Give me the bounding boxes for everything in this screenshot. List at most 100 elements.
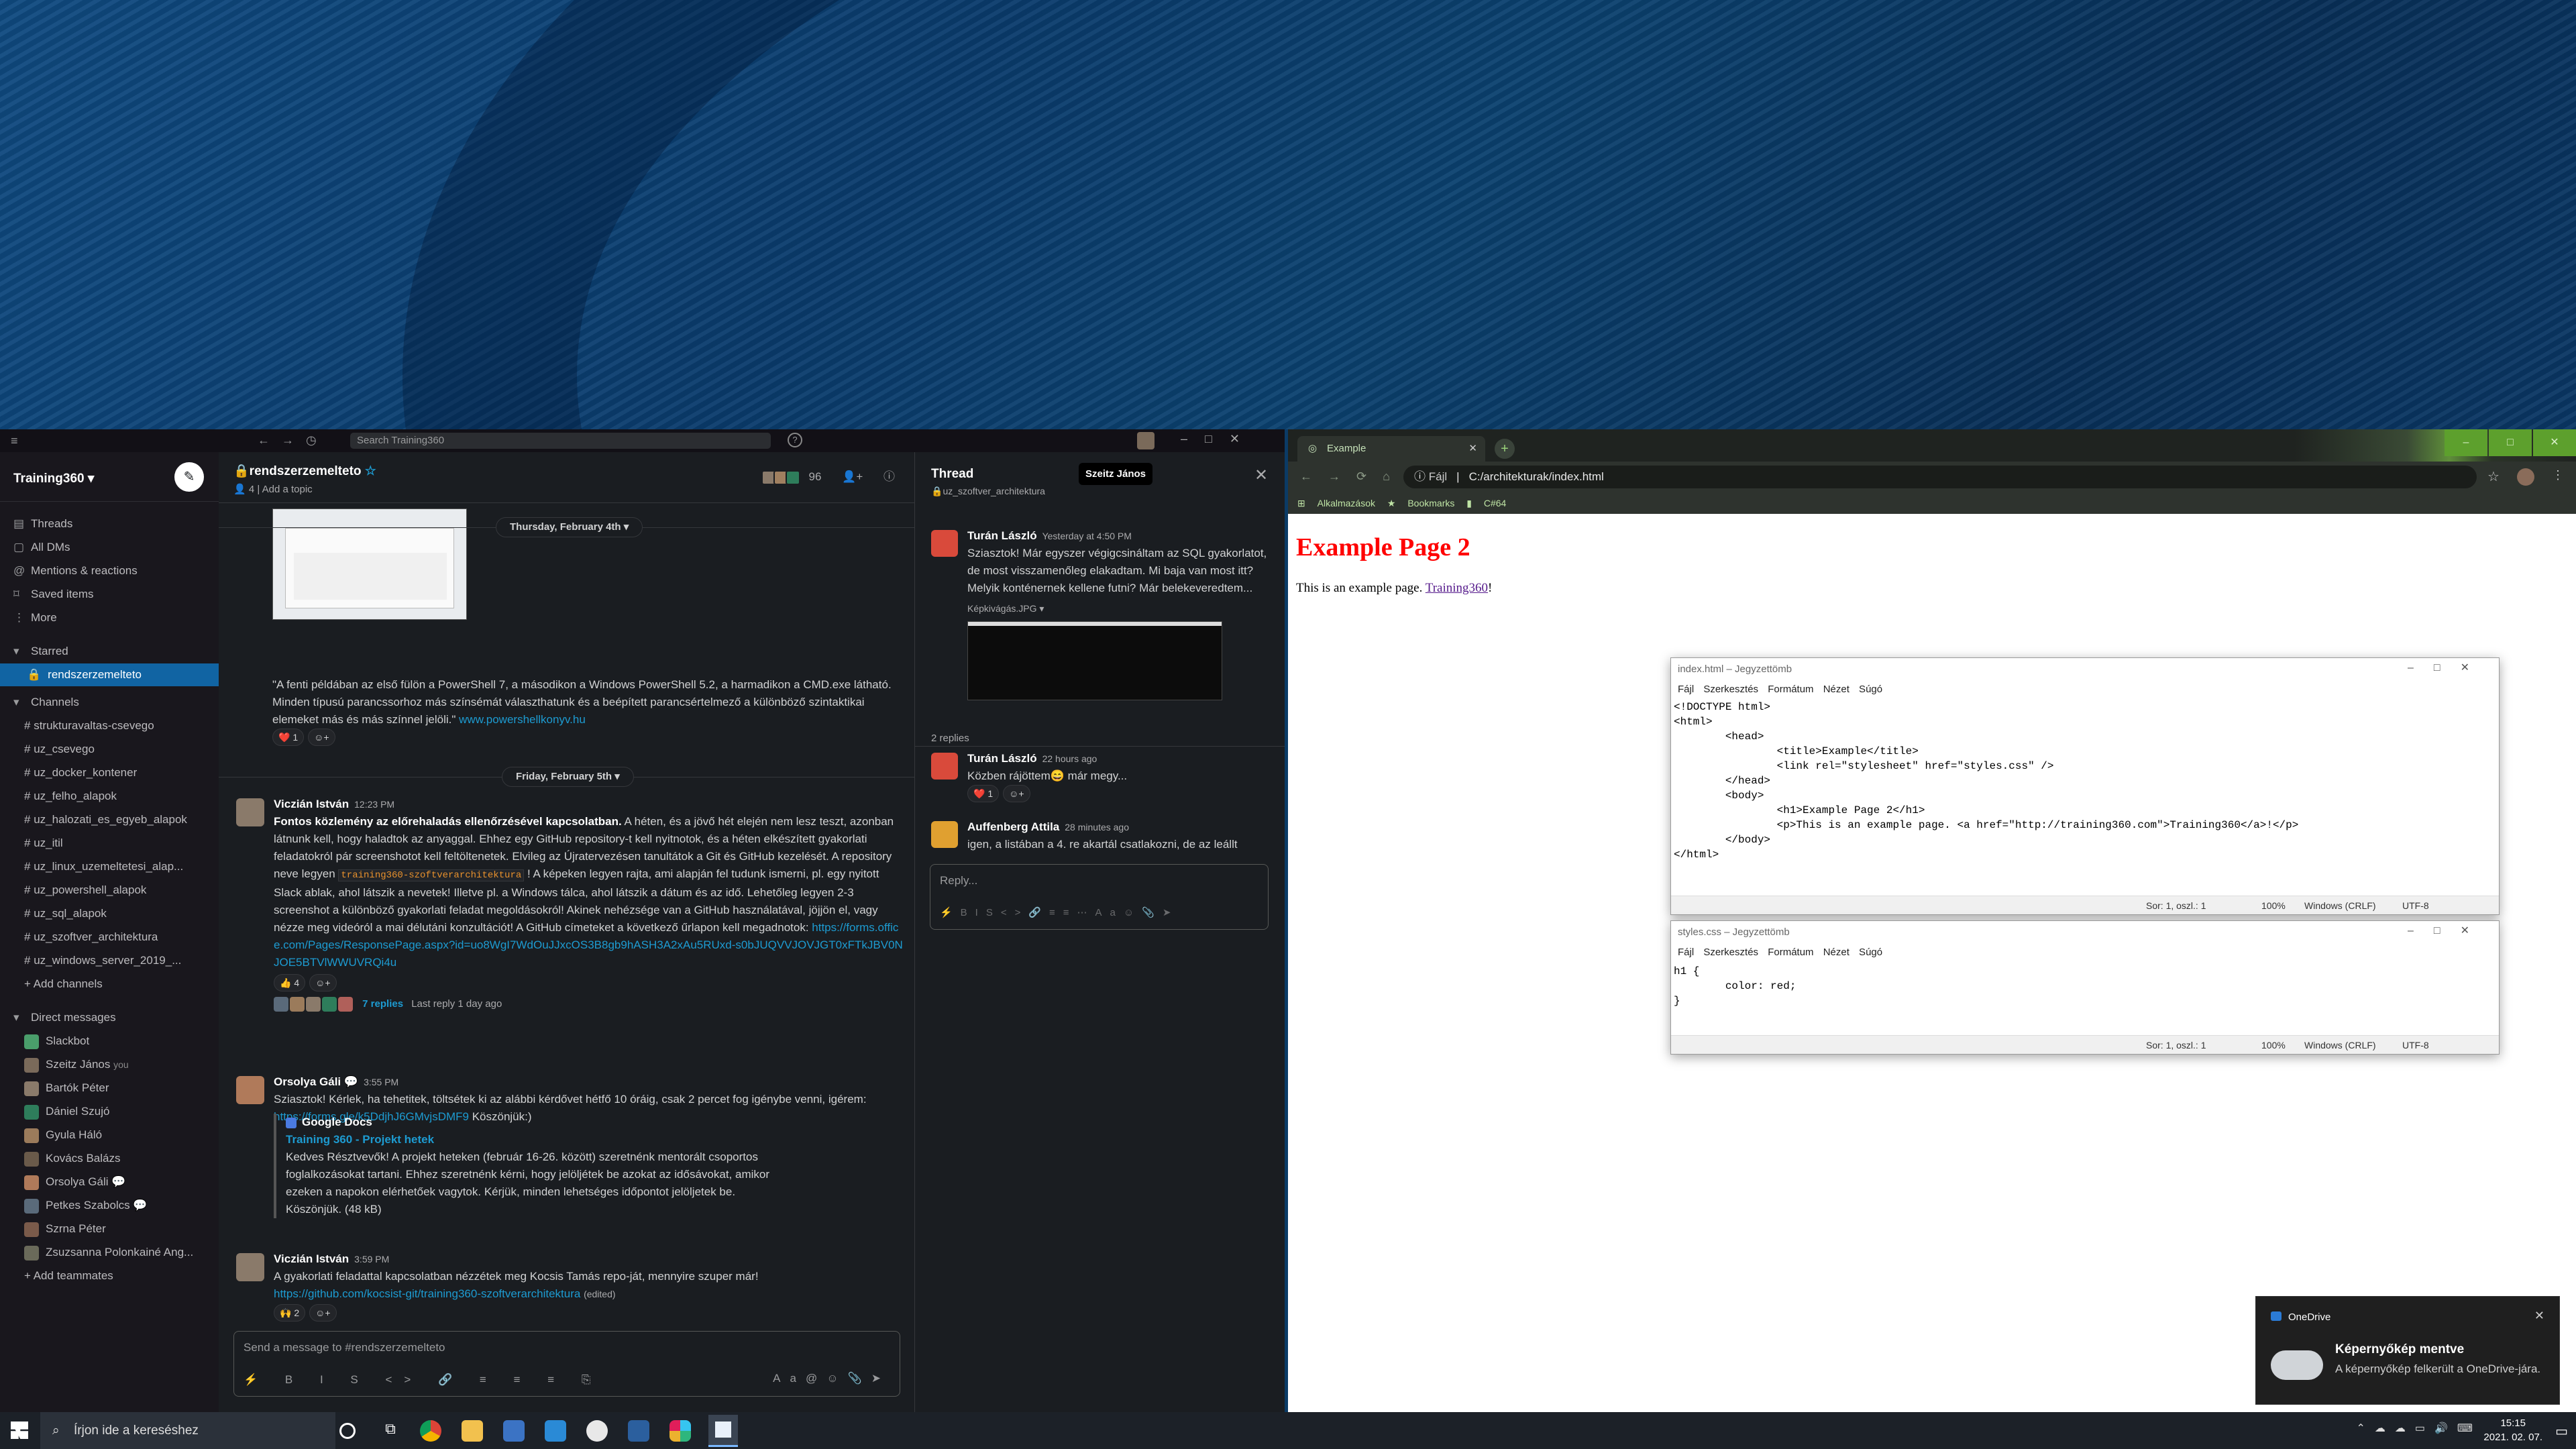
file-preview[interactable] <box>967 621 1222 700</box>
timestamp[interactable]: Yesterday at 4:50 PM <box>1042 531 1132 541</box>
date-divider[interactable]: Thursday, February 4th ▾ <box>496 517 643 537</box>
menu-bar[interactable]: Fájl Szerkesztés Formátum Nézet Súgó <box>1678 947 1882 958</box>
channel-item[interactable]: # uz_halozati_es_egyeb_alapok <box>13 808 215 831</box>
avatar[interactable] <box>931 753 958 780</box>
dm-item[interactable]: Dániel Szujó <box>13 1100 215 1123</box>
formatting-toolbar[interactable]: ⚡BIS<>🔗≡≡⋯Aa☺📎➤ <box>940 906 1179 918</box>
dm-item[interactable]: Kovács Balázs <box>13 1147 215 1170</box>
save-app-icon[interactable] <box>503 1420 525 1442</box>
sidebar-item-more[interactable]: ⋮ More <box>13 606 215 629</box>
add-reaction-icon[interactable]: ☺+ <box>308 729 335 746</box>
bookmark-apps[interactable]: ⊞ Alkalmazások <box>1297 498 1375 508</box>
system-tray[interactable]: ⌃☁☁▭🔊⌨ <box>2356 1421 2482 1435</box>
reply-composer[interactable]: Reply... ⚡BIS<>🔗≡≡⋯Aa☺📎➤ <box>930 864 1269 930</box>
screenshot-attachment[interactable] <box>272 508 467 620</box>
notepad-taskbar-icon[interactable] <box>708 1415 738 1447</box>
profile-avatar[interactable] <box>2517 468 2534 486</box>
timestamp[interactable]: 12:23 PM <box>354 799 394 810</box>
avatar[interactable] <box>236 1076 264 1104</box>
channel-rendszerzemelteto[interactable]: 🔒 rendszerzemelteto <box>0 663 219 686</box>
compose-icon[interactable]: ✎ <box>174 462 204 492</box>
chrome-icon[interactable] <box>420 1420 441 1442</box>
add-reaction-icon[interactable]: ☺+ <box>1003 785 1030 802</box>
add-reaction-icon[interactable]: ☺+ <box>309 1304 337 1322</box>
reaction[interactable]: 🙌 2 <box>274 1304 306 1322</box>
task-view-icon[interactable]: ⧉ <box>380 1420 401 1442</box>
file-label[interactable]: Képkivágás.JPG ▾ <box>967 600 1276 617</box>
thread-channel[interactable]: 🔒uz_szoftver_architektura <box>931 486 1045 497</box>
message-composer[interactable]: Send a message to #rendszerzemelteto ⚡ B… <box>233 1331 900 1397</box>
channel-item[interactable]: # uz_itil <box>13 832 215 855</box>
training360-link[interactable]: Training360 <box>1426 581 1488 595</box>
dm-item[interactable]: Petkes Szabolcs 💬 <box>13 1194 215 1217</box>
window-controls[interactable]: –□✕ <box>2443 429 2576 462</box>
notification-icon[interactable]: ▭ <box>2555 1423 2568 1440</box>
dm-item[interactable]: Orsolya Gáli 💬 <box>13 1171 215 1193</box>
menu-bar[interactable]: Fájl Szerkesztés Formátum Nézet Súgó <box>1678 684 1882 695</box>
info-icon[interactable]: ⓘ <box>883 470 895 483</box>
timestamp[interactable]: 3:59 PM <box>354 1254 389 1265</box>
channel-title[interactable]: 🔒rendszerzemelteto ☆ <box>233 463 376 479</box>
preview-title[interactable]: Training 360 - Projekt hetek <box>286 1131 784 1148</box>
dm-item[interactable]: Gyula Háló <box>13 1124 215 1146</box>
close-icon[interactable]: ✕ <box>2534 1309 2544 1323</box>
dm-item[interactable]: Szeitz János you <box>13 1053 215 1076</box>
avatar[interactable] <box>931 821 958 848</box>
taskbar-search[interactable]: ⌕ Írjon ide a kereséshez <box>40 1412 335 1449</box>
browser-tab[interactable]: ◎ Example ✕ <box>1297 436 1485 462</box>
member-avatar[interactable] <box>785 470 800 485</box>
app-icon[interactable] <box>628 1420 649 1442</box>
dm-item[interactable]: Bartók Péter <box>13 1077 215 1099</box>
sidebar-item-mentions[interactable]: @ Mentions & reactions <box>13 559 215 582</box>
channel-item[interactable]: # uz_felho_alapok <box>13 785 215 808</box>
author-name[interactable]: Turán László <box>967 529 1037 542</box>
replies-link[interactable]: 7 replies <box>362 998 403 1010</box>
new-tab-button[interactable]: + <box>1495 439 1515 459</box>
reply-input[interactable]: Reply... <box>940 874 977 888</box>
channel-item[interactable]: # uz_windows_server_2019_... <box>13 949 215 972</box>
clock[interactable]: 15:15 2021. 02. 07. <box>2483 1416 2542 1444</box>
window-controls[interactable]: –□✕ <box>2408 924 2489 937</box>
bookmark-star-icon[interactable]: ☆ <box>2487 468 2500 485</box>
thread-summary[interactable]: 7 replies Last reply 1 day ago <box>274 996 904 1013</box>
close-icon[interactable]: ✕ <box>1254 466 1268 485</box>
channel-item[interactable]: # uz_docker_kontener <box>13 761 215 784</box>
sidebar-item-saved[interactable]: ⌑ Saved items <box>13 583 215 606</box>
add-topic-link[interactable]: Add a topic <box>262 484 313 495</box>
bookmark-folder[interactable]: ★ Bookmarks <box>1387 498 1454 508</box>
channel-item[interactable]: # uz_csevego <box>13 738 215 761</box>
address-bar[interactable]: ⓘ Fájl | C:/architekturak/index.html <box>1403 466 2477 488</box>
github-icon[interactable] <box>586 1420 608 1442</box>
reaction[interactable]: ❤️ 1 <box>967 785 1000 802</box>
author-name[interactable]: Orsolya Gáli <box>274 1075 341 1088</box>
timestamp[interactable]: 3:55 PM <box>364 1077 398 1087</box>
add-reaction-icon[interactable]: ☺+ <box>309 974 337 991</box>
message-link[interactable]: https://github.com/kocsist-git/training3… <box>274 1287 580 1300</box>
channel-item[interactable]: # uz_linux_uzemeltetesi_alap... <box>13 855 215 878</box>
text-editor[interactable]: h1 { color: red; } <box>1674 964 1796 1008</box>
starred-section[interactable]: ▾ Starred <box>13 640 215 663</box>
sidebar-item-all-dms[interactable]: ▢ All DMs <box>13 536 215 559</box>
window-controls[interactable]: –□✕ <box>1181 432 1257 446</box>
menu-icon[interactable]: ≡ <box>11 434 18 448</box>
message-input[interactable]: Send a message to #rendszerzemelteto <box>244 1341 445 1354</box>
formatting-toolbar[interactable]: ⚡ B I S <> 🔗 ≡ ≡ ≡ ⎘ <box>244 1373 602 1387</box>
add-member-icon[interactable]: 👤+ <box>842 470 863 483</box>
user-avatar[interactable] <box>1137 432 1155 449</box>
reaction[interactable]: ❤️ 1 <box>272 729 305 746</box>
composer-actions[interactable]: Aa@☺📎➤ <box>773 1372 890 1385</box>
sidebar-item-threads[interactable]: ▤ Threads <box>13 513 215 535</box>
channel-item[interactable]: # uz_szoftver_architektura <box>13 926 215 949</box>
search-input[interactable]: Search Training360 <box>350 433 771 449</box>
add-channels-button[interactable]: + Add channels <box>13 973 215 996</box>
nav-buttons[interactable]: ←→⟳⌂ <box>1300 470 1406 484</box>
author-name[interactable]: Turán László <box>967 752 1037 765</box>
dm-item[interactable]: Szrna Péter <box>13 1218 215 1240</box>
text-editor[interactable]: <!DOCTYPE html> <html> <head> <title>Exa… <box>1674 700 2298 862</box>
channel-item[interactable]: # uz_powershell_alapok <box>13 879 215 902</box>
channels-section[interactable]: ▾ Channels <box>13 691 215 714</box>
avatar[interactable] <box>931 530 958 557</box>
channel-item[interactable]: # strukturavaltas-csevego <box>13 714 215 737</box>
workspace-name[interactable]: Training360 ▾ <box>13 471 94 486</box>
windows-start-icon[interactable] <box>11 1421 28 1439</box>
